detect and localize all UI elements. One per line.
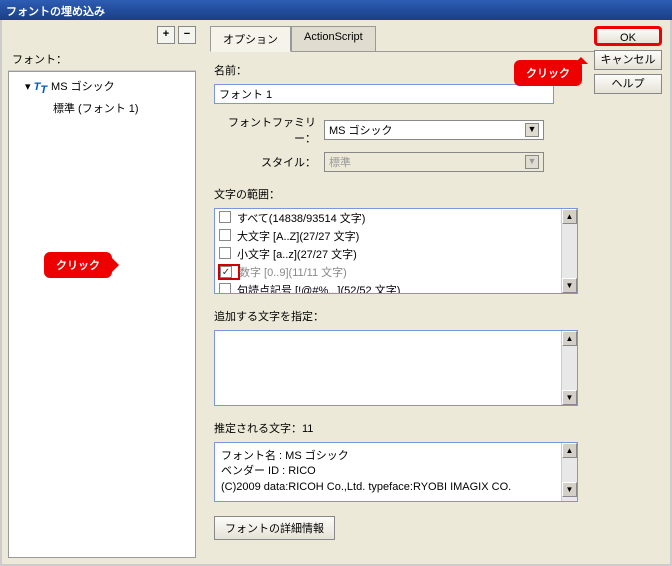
checkbox[interactable] [219,211,231,223]
chevron-down-icon: ▼ [525,123,539,137]
chevron-down-icon: ▼ [525,155,539,169]
range-item-label: 大文字 [A..Z] [237,228,299,244]
style-value: 標準 [329,154,351,170]
extra-chars-input[interactable]: ▲ ▼ [214,330,578,406]
font-info-box: フォント名 : MS ゴシック ベンダー ID : RICO (C)2009 d… [214,442,578,502]
checkbox[interactable] [219,283,231,295]
checkbox[interactable]: ✓ [220,266,232,278]
add-font-button[interactable]: + [157,26,175,44]
left-panel: + − フォント： ▾ TTMS ゴシック 標準 (フォント 1) [2,20,202,564]
range-item-detail: (27/27 文字) [299,228,359,244]
tab-actionscript[interactable]: ActionScript [291,26,376,51]
cancel-button[interactable]: キャンセル [594,50,662,70]
scrollbar[interactable]: ▲ ▼ [561,331,577,405]
range-item-label: 句読点記号 [!@#%...] [237,282,340,294]
range-item-detail: (11/11 文字) [289,264,347,280]
ok-button[interactable]: OK [594,26,662,46]
scrollbar[interactable]: ▲ ▼ [561,443,577,501]
range-item-detail: (14838/93514 文字) [269,210,366,226]
scroll-up-icon[interactable]: ▲ [562,209,577,224]
scroll-down-icon[interactable]: ▼ [562,278,577,293]
scroll-down-icon[interactable]: ▼ [562,482,577,497]
extra-chars-label: 追加する文字を指定： [214,308,332,324]
range-item[interactable]: ✓ 数字 [0..9] (11/11 文字) [215,263,577,281]
callout-ok: クリック [514,60,582,86]
range-item[interactable]: すべて (14838/93514 文字) [215,209,577,227]
range-item[interactable]: 小文字 [a..z] (27/27 文字) [215,245,577,263]
callout-checkbox: クリック [44,252,112,278]
font-type-icon: TT [34,81,47,93]
help-button[interactable]: ヘルプ [594,74,662,94]
tree-font-label: MS ゴシック [51,81,115,93]
range-item-label: 数字 [0..9] [239,264,289,280]
name-input[interactable] [214,84,554,104]
remove-font-button[interactable]: − [178,26,196,44]
main-panel: + − フォント： ▾ TTMS ゴシック 標準 (フォント 1) OK キャン… [0,20,672,566]
scroll-up-icon[interactable]: ▲ [562,331,577,346]
scrollbar[interactable]: ▲ ▼ [561,209,577,293]
range-item-detail: (27/27 文字) [297,246,357,262]
estimated-label: 推定される文字：11 [214,420,321,436]
range-item-detail: (52/52 文字) [340,282,400,294]
style-select: 標準 ▼ [324,152,544,172]
range-item-label: すべて [237,210,269,226]
scroll-down-icon[interactable]: ▼ [562,390,577,405]
tree-item-font[interactable]: ▾ TTMS ゴシック [13,76,191,98]
dialog-buttons: OK キャンセル ヘルプ [594,26,662,98]
range-item[interactable]: 大文字 [A..Z] (27/27 文字) [215,227,577,245]
range-label: 文字の範囲： [214,186,288,202]
tab-option[interactable]: オプション [210,26,291,52]
info-line-3: (C)2009 data:RICOH Co.,Ltd. typeface:RYO… [221,480,571,495]
scroll-up-icon[interactable]: ▲ [562,443,577,458]
font-tree[interactable]: ▾ TTMS ゴシック 標準 (フォント 1) [8,71,196,558]
info-line-2: ベンダー ID : RICO [221,464,571,479]
checkbox[interactable] [219,247,231,259]
range-item[interactable]: 句読点記号 [!@#%...] (52/52 文字) [215,281,577,294]
name-label: 名前： [214,62,255,78]
range-item-label: 小文字 [a..z] [237,246,297,262]
window-title: フォントの埋め込み [0,0,672,20]
tree-header: フォント： [8,48,196,71]
style-label: スタイル： [214,154,324,170]
right-panel: OK キャンセル ヘルプ クリック オプション ActionScript 名前：… [202,20,670,564]
family-value: MS ゴシック [329,122,393,138]
family-label: フォントファミリー： [214,114,324,146]
char-range-list[interactable]: すべて (14838/93514 文字)大文字 [A..Z] (27/27 文字… [214,208,578,294]
info-line-1: フォント名 : MS ゴシック [221,449,571,464]
tree-item-style[interactable]: 標準 (フォント 1) [13,98,191,118]
family-select[interactable]: MS ゴシック ▼ [324,120,544,140]
checkbox[interactable] [219,229,231,241]
font-detail-button[interactable]: フォントの詳細情報 [214,516,335,540]
